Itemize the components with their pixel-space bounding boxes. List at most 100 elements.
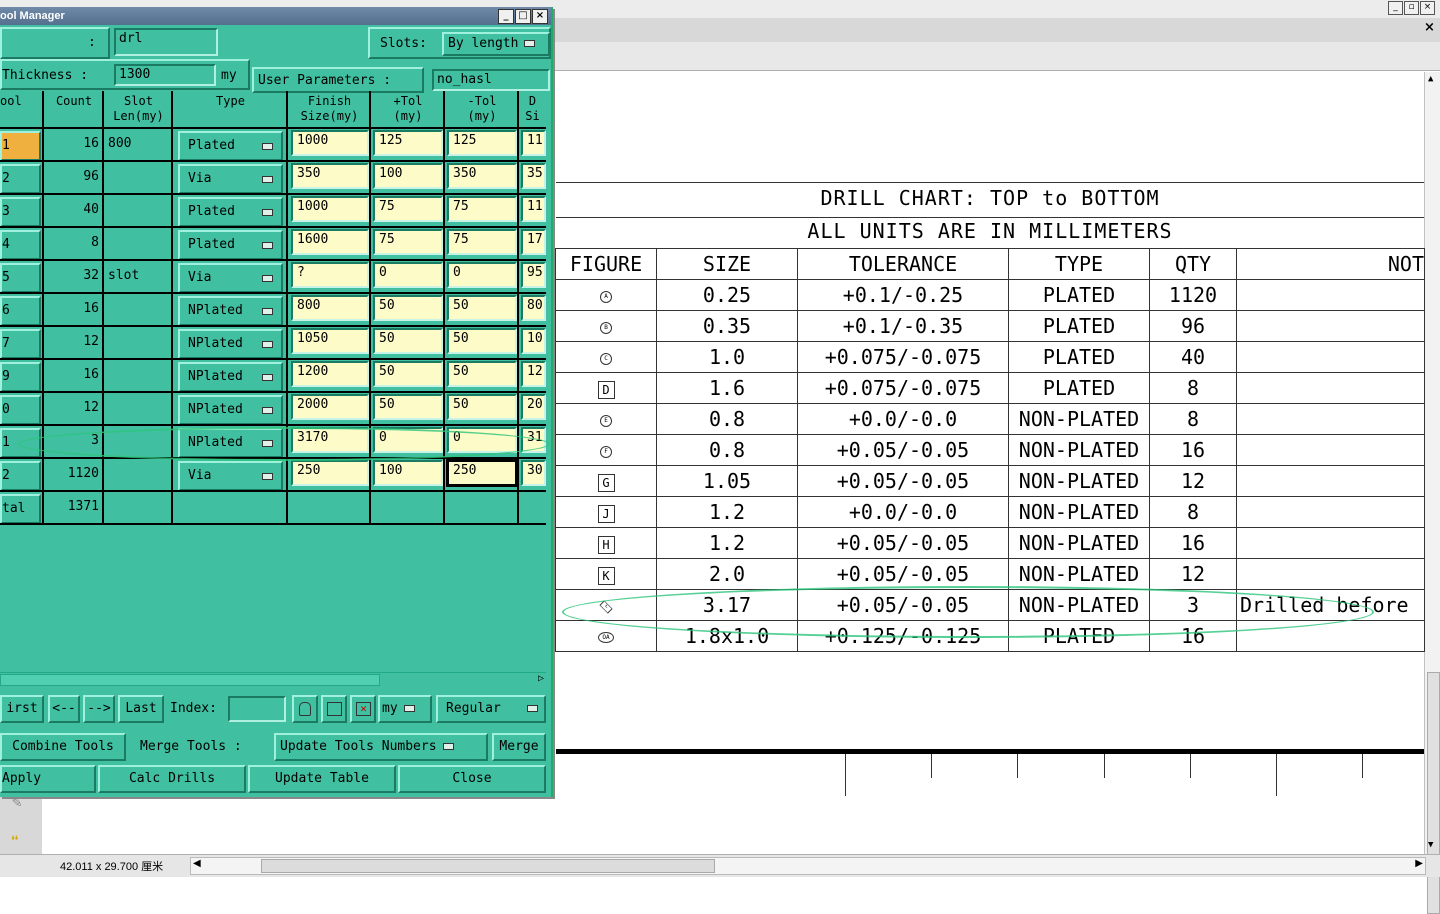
- minus-tol-input[interactable]: 50: [447, 295, 517, 321]
- viewer-minimize-button[interactable]: _: [1388, 1, 1403, 15]
- viewer-vscroll-thumb[interactable]: [1427, 672, 1440, 914]
- minus-tol-input[interactable]: 0: [447, 427, 517, 453]
- slots-dropdown[interactable]: By length: [442, 32, 550, 56]
- next-button[interactable]: -->: [83, 695, 115, 723]
- type-dropdown[interactable]: NPlated: [178, 428, 283, 458]
- update-table-button[interactable]: Update Table: [248, 765, 396, 793]
- close-button[interactable]: Close: [398, 765, 546, 793]
- plus-tol-input[interactable]: 100: [373, 163, 443, 189]
- delete-icon[interactable]: ✕: [350, 695, 376, 723]
- finish-size-input[interactable]: 1050: [291, 328, 369, 354]
- drill-size-input[interactable]: 20: [521, 394, 546, 420]
- maximize-button[interactable]: □: [515, 9, 531, 24]
- thickness-input[interactable]: 1300: [114, 64, 216, 86]
- minus-tol-input[interactable]: 50: [447, 394, 517, 420]
- minus-tol-input[interactable]: 75: [447, 196, 517, 222]
- tool-index-button[interactable]: 9: [0, 362, 41, 392]
- index-input[interactable]: [228, 696, 286, 722]
- tool-index-button[interactable]: 4: [0, 230, 41, 260]
- tool-index-button[interactable]: 7: [0, 329, 41, 359]
- tool-index-button[interactable]: 5: [0, 263, 41, 293]
- type-dropdown[interactable]: NPlated: [178, 395, 283, 425]
- calc-drills-button[interactable]: Calc Drills: [98, 765, 246, 793]
- viewer-vertical-scrollbar[interactable]: ▲ ▼: [1424, 72, 1440, 914]
- first-button[interactable]: irst: [0, 695, 44, 723]
- viewer-hscroll-thumb[interactable]: [261, 859, 715, 873]
- combine-tools-button[interactable]: Combine Tools: [0, 733, 126, 761]
- user-parameters-input[interactable]: no_hasl: [432, 69, 550, 91]
- merge-button[interactable]: Merge: [492, 733, 546, 761]
- finish-size-input[interactable]: 1000: [291, 130, 369, 156]
- plus-tol-input[interactable]: 75: [373, 196, 443, 222]
- minus-tol-input[interactable]: 75: [447, 229, 517, 255]
- finish-size-input[interactable]: 1200: [291, 361, 369, 387]
- minus-tol-input[interactable]: 125: [447, 130, 517, 156]
- extension-input[interactable]: drl: [114, 28, 218, 56]
- finish-size-input[interactable]: 3170: [291, 427, 369, 453]
- drill-size-input[interactable]: 11: [521, 196, 546, 222]
- drill-size-input[interactable]: 95: [521, 262, 546, 288]
- drill-size-input[interactable]: 30: [521, 460, 546, 486]
- type-dropdown[interactable]: NPlated: [178, 296, 283, 326]
- plus-tol-input[interactable]: 0: [373, 427, 443, 453]
- viewer-close-window-button[interactable]: ×: [1420, 1, 1435, 15]
- plus-tol-input[interactable]: 50: [373, 328, 443, 354]
- minus-tol-input[interactable]: 250: [446, 459, 518, 487]
- viewer-restore-button[interactable]: ▫: [1404, 1, 1419, 15]
- type-dropdown[interactable]: Via: [178, 461, 283, 491]
- minus-tol-input[interactable]: 350: [447, 163, 517, 189]
- minus-tol-input[interactable]: 50: [447, 361, 517, 387]
- drill-size-input[interactable]: 80: [521, 295, 546, 321]
- type-dropdown[interactable]: Plated: [178, 197, 283, 227]
- scroll-right-icon[interactable]: ▶: [1415, 858, 1423, 869]
- tool-index-button[interactable]: 0: [0, 395, 41, 425]
- plus-tol-input[interactable]: 50: [373, 361, 443, 387]
- plus-tol-input[interactable]: 75: [373, 229, 443, 255]
- grid-hscroll-thumb[interactable]: [0, 674, 380, 686]
- plus-tol-input[interactable]: 125: [373, 130, 443, 156]
- drill-size-input[interactable]: 35: [521, 163, 546, 189]
- tool-index-button[interactable]: 6: [0, 296, 41, 326]
- user-parameters-button[interactable]: User Parameters :: [252, 67, 424, 93]
- tool-index-button[interactable]: 1: [0, 428, 41, 458]
- finish-size-input[interactable]: 2000: [291, 394, 369, 420]
- minus-tol-input[interactable]: 50: [447, 328, 517, 354]
- finish-size-input[interactable]: 350: [291, 163, 369, 189]
- scroll-down-icon[interactable]: ▼: [1428, 840, 1433, 850]
- viewer-horizontal-scrollbar[interactable]: ◀ ▶: [190, 857, 1426, 875]
- minimize-button[interactable]: _: [498, 9, 514, 24]
- scroll-up-icon[interactable]: ▲: [1428, 74, 1433, 84]
- drill-size-input[interactable]: 11: [521, 130, 546, 156]
- scroll-right-arrow-icon[interactable]: ▷: [538, 673, 544, 684]
- comment-icon[interactable]: ❝: [10, 832, 20, 851]
- plus-tol-input[interactable]: 100: [373, 460, 443, 486]
- type-dropdown[interactable]: Via: [178, 164, 283, 194]
- drill-size-input[interactable]: 12: [521, 361, 546, 387]
- finish-size-input[interactable]: ?: [291, 262, 369, 288]
- mode-dropdown[interactable]: Regular: [436, 695, 546, 723]
- finish-size-input[interactable]: 1600: [291, 229, 369, 255]
- viewer-close-doc-icon[interactable]: ×: [1424, 20, 1435, 35]
- drill-size-input[interactable]: 17: [521, 229, 546, 255]
- tool-index-button[interactable]: 3: [0, 197, 41, 227]
- finish-size-input[interactable]: 250: [291, 460, 369, 486]
- plus-tol-input[interactable]: 0: [373, 262, 443, 288]
- finish-size-input[interactable]: 800: [291, 295, 369, 321]
- drill-size-input[interactable]: 31: [521, 427, 546, 453]
- plus-tol-input[interactable]: 50: [373, 394, 443, 420]
- plus-tol-input[interactable]: 50: [373, 295, 443, 321]
- unit-dropdown[interactable]: my: [378, 695, 432, 723]
- minus-tol-input[interactable]: 0: [447, 262, 517, 288]
- bulb-icon[interactable]: [292, 695, 318, 723]
- merge-mode-dropdown[interactable]: Update Tools Numbers: [274, 733, 488, 761]
- apply-button[interactable]: Apply: [0, 765, 96, 793]
- finish-size-input[interactable]: 1000: [291, 196, 369, 222]
- tool-manager-titlebar[interactable]: ool Manager _ □ ×: [0, 7, 551, 25]
- tool-index-button[interactable]: 1: [0, 131, 41, 161]
- type-dropdown[interactable]: Via: [178, 263, 283, 293]
- type-dropdown[interactable]: Plated: [178, 230, 283, 260]
- type-dropdown[interactable]: NPlated: [178, 362, 283, 392]
- prev-button[interactable]: <--: [48, 695, 80, 723]
- tool-index-button[interactable]: 2: [0, 164, 41, 194]
- image-icon[interactable]: [321, 695, 347, 723]
